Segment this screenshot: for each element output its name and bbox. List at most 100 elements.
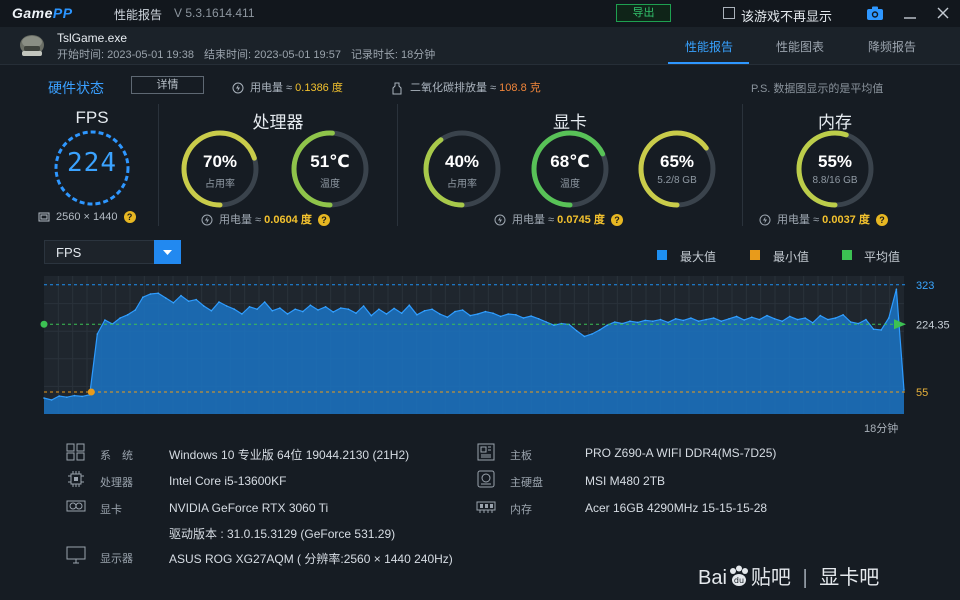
chevron-down-icon bbox=[163, 250, 172, 255]
disk-label: 主硬盘 bbox=[510, 477, 543, 489]
fps-point bbox=[697, 320, 700, 322]
fps-point bbox=[659, 318, 662, 321]
legend-swatch-avg bbox=[842, 250, 852, 260]
fps-point bbox=[667, 321, 669, 324]
fps-point bbox=[712, 317, 715, 319]
fps-point bbox=[96, 333, 99, 335]
fps-point bbox=[705, 318, 707, 321]
help-icon[interactable]: ? bbox=[123, 211, 136, 224]
svg-text:du: du bbox=[734, 576, 744, 585]
baidu-paw-icon: du bbox=[729, 565, 748, 586]
start-time: 开始时间: 2023-05-01 19:38 bbox=[57, 49, 194, 61]
fps-point bbox=[682, 319, 685, 322]
fps-point bbox=[537, 318, 540, 320]
fps-point bbox=[248, 306, 251, 308]
fps-point bbox=[180, 294, 182, 297]
camera-icon[interactable] bbox=[866, 5, 884, 21]
avg-marker bbox=[40, 320, 48, 328]
help-icon[interactable]: ? bbox=[875, 214, 888, 227]
close-icon[interactable] bbox=[935, 5, 951, 21]
gpu-temp-value: 68℃ bbox=[550, 152, 590, 171]
fps-point bbox=[241, 313, 243, 315]
fps-point bbox=[827, 318, 829, 321]
fps-point bbox=[880, 329, 882, 331]
tab-throttle-report[interactable]: 降频报告 bbox=[868, 38, 916, 55]
fps-point bbox=[857, 322, 860, 325]
gpu-power: 用电量 ≈ 0.0745 度 ? bbox=[494, 211, 623, 227]
fps-point bbox=[431, 308, 433, 310]
help-icon[interactable]: ? bbox=[317, 214, 330, 227]
co2-prefix: 二氧化碳排放量 ≈ bbox=[410, 82, 500, 94]
os-label: 系 统 bbox=[100, 450, 133, 462]
fps-point bbox=[834, 317, 837, 319]
fps-point bbox=[355, 312, 357, 314]
fps-point bbox=[400, 312, 403, 314]
fps-point bbox=[507, 313, 510, 315]
fps-point bbox=[362, 305, 365, 307]
memory-stick-icon bbox=[476, 501, 496, 513]
gpu-card-icon bbox=[66, 500, 86, 512]
fps-point bbox=[636, 321, 639, 324]
fps-point bbox=[773, 318, 776, 320]
co2-emission: 二氧化碳排放量 ≈ 108.8 克 bbox=[392, 79, 541, 95]
fps-chart[interactable]: 323 224.35 55 bbox=[36, 274, 960, 418]
fps-point bbox=[302, 310, 304, 313]
fps-point bbox=[73, 394, 76, 397]
fps-point bbox=[758, 318, 761, 321]
power-icon bbox=[494, 214, 506, 226]
fps-point bbox=[903, 389, 905, 391]
details-button[interactable]: 详情 bbox=[131, 76, 204, 94]
metric-select-toggle[interactable] bbox=[154, 240, 181, 264]
monitor-icon bbox=[38, 212, 50, 222]
dont-show-checkbox[interactable] bbox=[723, 7, 735, 19]
fps-point bbox=[149, 293, 152, 295]
logo-text-a: Game bbox=[12, 5, 53, 21]
co2-bottle-icon bbox=[392, 82, 402, 95]
fps-title: FPS bbox=[75, 108, 109, 127]
fps-point bbox=[865, 318, 867, 321]
logo-text-b: PP bbox=[52, 5, 73, 21]
fps-point bbox=[187, 300, 190, 302]
ref-label-min: 55 bbox=[916, 387, 928, 399]
fps-point bbox=[606, 324, 608, 326]
memory-power: 用电量 ≈ 0.0037 度 ? bbox=[759, 211, 888, 227]
board-label: 主板 bbox=[510, 450, 532, 462]
resolution: 2560 × 1440 ? bbox=[38, 211, 136, 224]
baidu-tieba-watermark: Bai du 贴吧 | 显卡吧 bbox=[698, 565, 880, 589]
fps-point bbox=[43, 397, 45, 399]
memory-power-prefix: 用电量 ≈ bbox=[777, 214, 823, 226]
fps-point bbox=[271, 310, 274, 312]
end-time: 结束时间: 2023-05-01 19:57 bbox=[203, 49, 341, 61]
fps-point bbox=[842, 314, 844, 316]
minimize-icon[interactable] bbox=[903, 8, 917, 20]
fps-point bbox=[370, 314, 373, 317]
monitor-label: 显示器 bbox=[100, 553, 133, 565]
divider bbox=[742, 104, 743, 226]
cpu-power-value: 0.0604 度 bbox=[264, 214, 312, 226]
fps-point bbox=[408, 304, 411, 306]
game-name: TslGame.exe bbox=[57, 31, 128, 45]
gpu-power-value: 0.0745 度 bbox=[557, 214, 605, 226]
co2-value: 108.8 克 bbox=[499, 82, 541, 94]
fps-point bbox=[872, 328, 875, 330]
tab-performance-report[interactable]: 性能报告 bbox=[685, 38, 733, 55]
fps-point bbox=[225, 305, 228, 307]
fps-point bbox=[340, 307, 342, 309]
dont-show-label[interactable]: 该游戏不再显示 bbox=[741, 6, 832, 25]
resolution-value: 2560 × 1440 bbox=[56, 211, 118, 223]
legend-swatch-min bbox=[750, 250, 760, 260]
version-label: V 5.3.1614.411 bbox=[174, 6, 255, 20]
cpu-chip-icon bbox=[68, 471, 84, 487]
session-times: 开始时间: 2023-05-01 19:38 结束时间: 2023-05-01 1… bbox=[57, 46, 445, 62]
fps-point bbox=[66, 396, 68, 398]
fps-point bbox=[515, 314, 517, 316]
tab-performance-charts[interactable]: 性能图表 bbox=[776, 38, 824, 55]
ref-label-avg: 224.35 bbox=[916, 319, 950, 331]
fps-point bbox=[142, 296, 144, 298]
export-button[interactable]: 导出 bbox=[616, 4, 671, 22]
cpu-usage-value: 70% bbox=[202, 152, 238, 171]
memory-power-value: 0.0037 度 bbox=[822, 214, 870, 226]
metric-select-value[interactable]: FPS bbox=[56, 245, 81, 260]
help-icon[interactable]: ? bbox=[610, 214, 623, 227]
legend-max: 最大值 bbox=[680, 250, 717, 264]
